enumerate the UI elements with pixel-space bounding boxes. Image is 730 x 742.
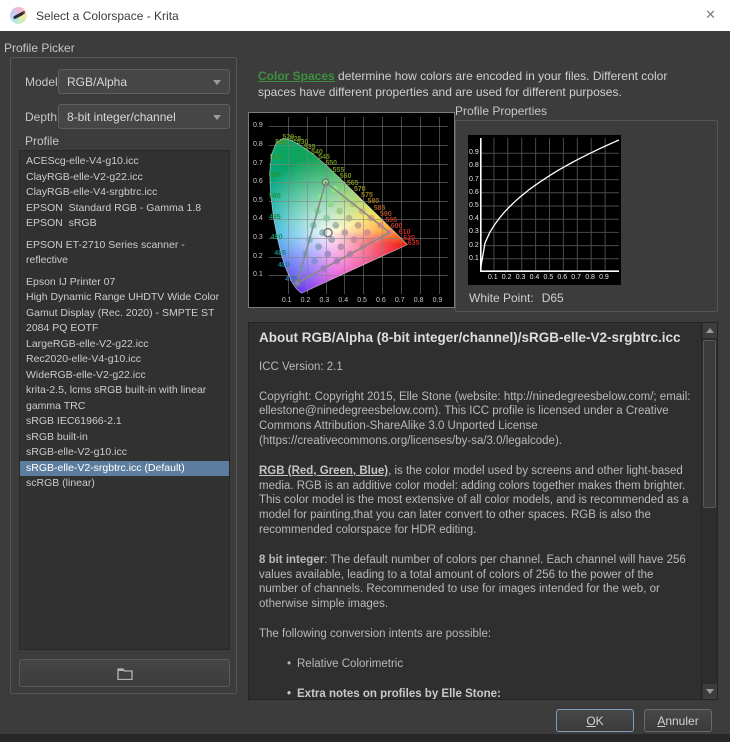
list-item[interactable]: sRGB built-in	[20, 430, 229, 446]
window-bottom-edge	[0, 734, 730, 742]
chromaticity-diagram: 4704804854904955005055105155205255305355…	[248, 112, 455, 308]
list-item[interactable]: Epson IJ Printer 07	[20, 275, 229, 291]
white-point-row: White Point: D65	[469, 291, 564, 305]
color-spaces-link[interactable]: Color Spaces	[258, 69, 335, 83]
list-item[interactable]: EPSON ET-2710 Series scanner - reflectiv…	[20, 238, 229, 269]
profile-label: Profile	[25, 134, 59, 148]
scroll-down-icon[interactable]	[703, 684, 717, 699]
list-item[interactable]: ClayRGB-elle-V4-srgbtrc.icc	[20, 185, 229, 201]
profile-properties-label: Profile Properties	[455, 104, 547, 118]
list-item[interactable]: scRGB (linear)	[20, 476, 229, 492]
list-item[interactable]: EPSON Standard RGB - Gamma 1.8	[20, 201, 229, 217]
profile-picker-groupbox: Model RGB/Alpha Depth 8-bit integer/chan…	[10, 57, 237, 694]
copyright-text: Copyright: Copyright 2015, Elle Stone (w…	[259, 390, 693, 449]
list-item[interactable]: krita-2.5, lcms sRGB built-in with linea…	[20, 383, 229, 414]
bit-depth-paragraph: 8 bit integer: The default number of col…	[259, 553, 693, 612]
profile-picker-group-label: Profile Picker	[4, 41, 75, 55]
chevron-down-icon	[213, 115, 221, 120]
white-point-label: White Point:	[469, 291, 534, 305]
krita-app-icon	[10, 7, 27, 24]
about-title: About RGB/Alpha (8-bit integer/channel)/…	[259, 331, 693, 346]
list-item[interactable]: LargeRGB-elle-V2-g22.icc	[20, 337, 229, 353]
list-item[interactable]: sRGB IEC61966-2.1	[20, 414, 229, 430]
list-item[interactable]: EPSON sRGB	[20, 216, 229, 232]
rgb-paragraph: RGB (Red, Green, Blue), is the color mod…	[259, 464, 693, 538]
white-point-value: D65	[542, 291, 564, 305]
list-item[interactable]: sRGB-elle-V2-srgbtrc.icc (Default)	[20, 461, 229, 477]
colorspace-dialog: Select a Colorspace - Krita ✕ Profile Pi…	[0, 0, 730, 742]
list-item[interactable]: sRGB-elle-V2-g10.icc	[20, 445, 229, 461]
icc-version: ICC Version: 2.1	[259, 360, 693, 375]
list-item[interactable]: ACEScg-elle-V4-g10.icc	[20, 154, 229, 170]
titlebar[interactable]: Select a Colorspace - Krita ✕	[0, 0, 730, 31]
folder-icon	[117, 667, 133, 680]
close-icon[interactable]: ✕	[705, 7, 716, 23]
list-item[interactable]: Rec2020-elle-V4-g10.icc	[20, 352, 229, 368]
profile-list[interactable]: ACEScg-elle-V4-g10.iccClayRGB-elle-V2-g2…	[19, 150, 230, 650]
list-item[interactable]: WideRGB-elle-V2-g22.icc	[20, 368, 229, 384]
extra-notes-bullet: Extra notes on profiles by Elle Stone:	[297, 687, 693, 699]
about-scrollbar[interactable]	[701, 323, 717, 699]
depth-value: 8-bit integer/channel	[67, 110, 176, 124]
depth-label: Depth	[25, 110, 57, 124]
list-item[interactable]: High Dynamic Range UHDTV Wide Color Gamu…	[20, 290, 229, 337]
import-profile-button[interactable]	[19, 659, 230, 687]
colorspace-description: Color Spaces determine how colors are en…	[258, 69, 708, 100]
intents-intro: The following conversion intents are pos…	[259, 627, 693, 642]
intent-bullet: Relative Colorimetric	[297, 657, 693, 672]
cancel-button[interactable]: Annuler	[644, 709, 712, 732]
profile-properties-groupbox: 0.10.20.30.40.50.60.70.80.90.10.20.30.40…	[455, 120, 718, 312]
model-value: RGB/Alpha	[67, 75, 127, 89]
ok-button[interactable]: OK	[556, 709, 634, 732]
scroll-up-icon[interactable]	[703, 323, 717, 338]
depth-dropdown[interactable]: 8-bit integer/channel	[58, 104, 230, 129]
rgb-link[interactable]: RGB (Red, Green, Blue)	[259, 465, 388, 477]
model-label: Model	[25, 75, 58, 89]
tone-response-curve: 0.10.20.30.40.50.60.70.80.90.10.20.30.40…	[468, 135, 621, 285]
model-dropdown[interactable]: RGB/Alpha	[58, 69, 230, 94]
list-item[interactable]: ClayRGB-elle-V2-g22.icc	[20, 170, 229, 186]
about-panel: About RGB/Alpha (8-bit integer/channel)/…	[248, 322, 718, 700]
about-content: About RGB/Alpha (8-bit integer/channel)/…	[249, 323, 701, 699]
chevron-down-icon	[213, 80, 221, 85]
scrollbar-thumb[interactable]	[703, 340, 716, 508]
window-title: Select a Colorspace - Krita	[36, 9, 179, 23]
